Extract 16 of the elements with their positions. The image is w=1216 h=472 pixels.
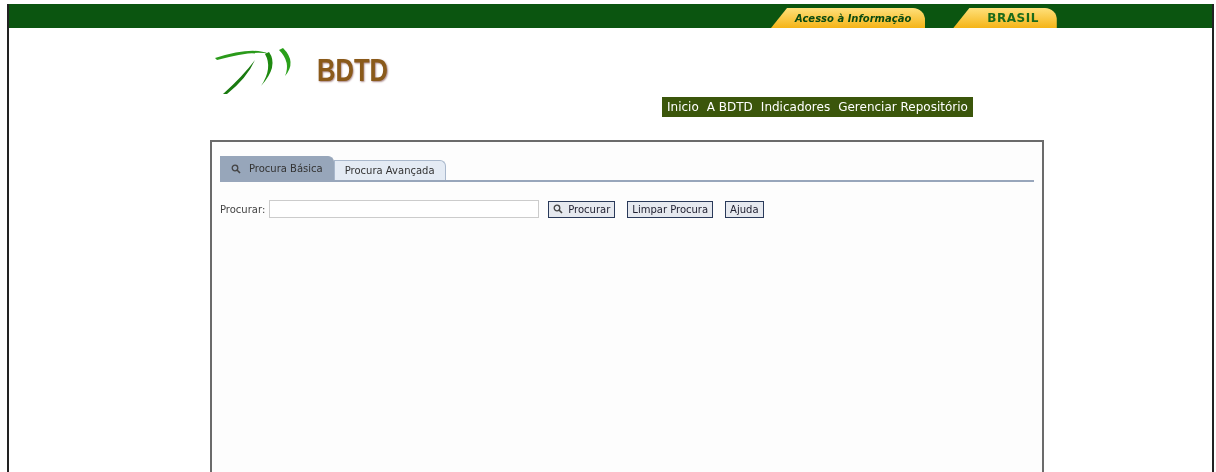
tab[interactable]: Procura Básica — [220, 156, 334, 180]
tab[interactable]: Procura Avançada — [333, 160, 446, 180]
search-icon — [231, 163, 241, 174]
access-info-link[interactable]: Acesso à Informação — [771, 8, 926, 28]
nav-link[interactable]: Indicadores — [760, 100, 831, 114]
nav-link[interactable]: Inicio — [667, 100, 699, 114]
nav-link[interactable]: A BDTD — [706, 100, 753, 114]
search-button[interactable]: Ajuda — [725, 200, 764, 218]
brand-link[interactable]: BRASIL — [953, 8, 1057, 28]
logo-text: BDTD — [317, 52, 389, 88]
search-field[interactable] — [269, 200, 540, 218]
search-icon — [553, 204, 564, 214]
search-button[interactable]: Limpar Procura — [627, 200, 714, 218]
nav-link[interactable]: Gerenciar Repositório — [838, 100, 968, 114]
search-button[interactable]: Procurar — [548, 200, 616, 218]
search-label: Procurar: — [220, 203, 266, 215]
